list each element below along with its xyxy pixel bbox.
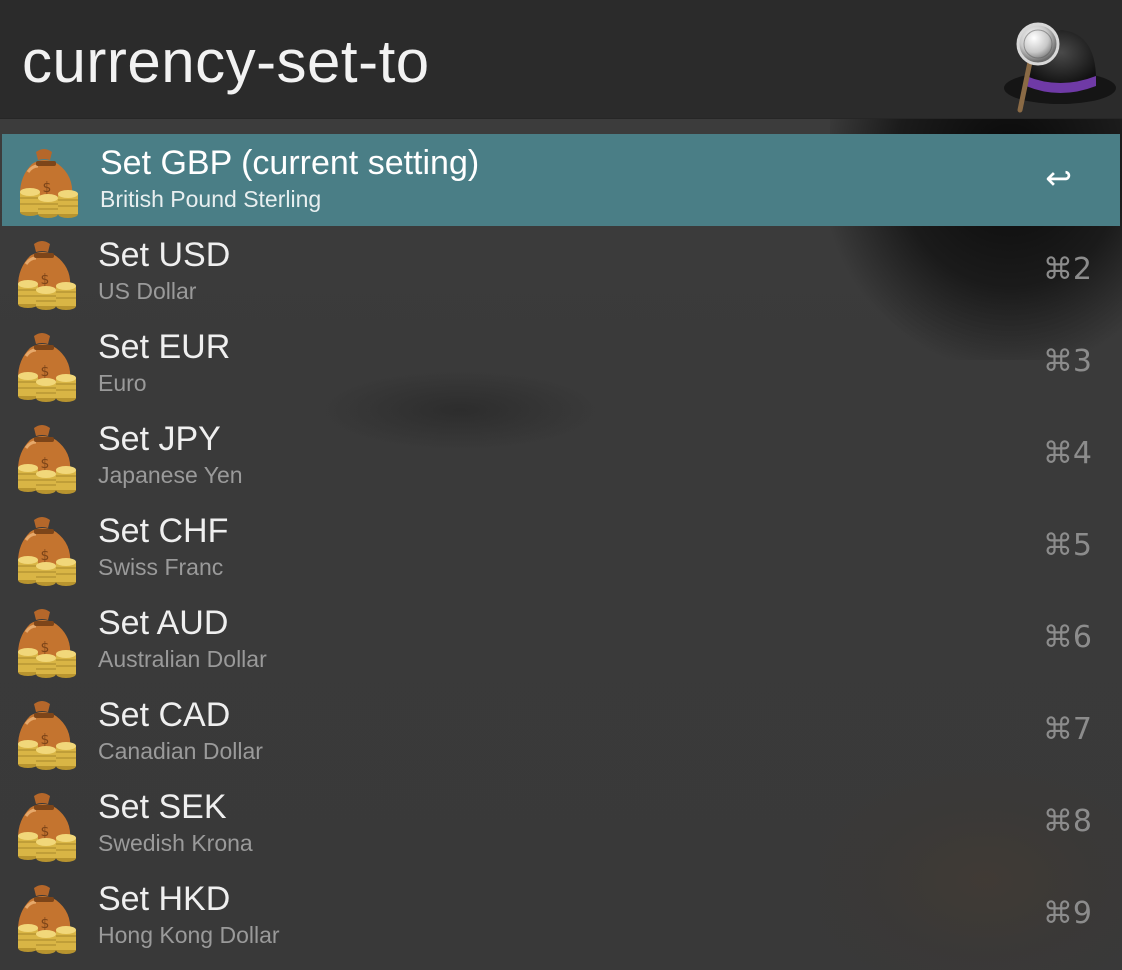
keyboard-shortcut: ⌘9 [1042, 896, 1092, 931]
result-title: Set CAD [98, 696, 231, 734]
result-subtitle: Japanese Yen [98, 462, 243, 488]
svg-text:$: $ [41, 272, 50, 288]
keyboard-shortcut: ⌘5 [1042, 528, 1092, 563]
result-title: Set CHF [98, 512, 229, 550]
result-title: Set JPY [98, 420, 221, 458]
result-row[interactable]: $ Set USD US Dollar ⌘2 [0, 226, 1122, 318]
keyboard-shortcut: ⌘4 [1042, 436, 1092, 471]
result-subtitle: Australian Dollar [98, 646, 267, 672]
money-bag-icon: $ [18, 701, 76, 770]
svg-text:$: $ [41, 640, 50, 656]
money-bag-icon: $ [18, 425, 76, 494]
return-key-icon: ↩ [1045, 159, 1072, 197]
result-row[interactable]: $ Set AUD Australian Dollar ⌘6 [0, 594, 1122, 686]
svg-text:$: $ [41, 824, 50, 840]
result-title: Set GBP (current setting) [100, 144, 480, 182]
search-bar[interactable]: currency-set-to [0, 0, 1122, 119]
keyboard-shortcut: ⌘7 [1042, 712, 1092, 747]
result-subtitle: Hong Kong Dollar [98, 922, 280, 948]
result-subtitle: Swedish Krona [98, 830, 253, 856]
money-bag-icon: $ [18, 793, 76, 862]
result-title: Set AUD [98, 604, 229, 642]
money-bag-icon: $ [18, 885, 76, 954]
result-subtitle: British Pound Sterling [100, 186, 322, 212]
money-bag-icon: $ [20, 149, 78, 218]
result-subtitle: Swiss Franc [98, 554, 224, 580]
svg-text:$: $ [41, 732, 50, 748]
svg-text:$: $ [41, 456, 50, 472]
svg-text:$: $ [43, 180, 52, 196]
keyboard-shortcut: ⌘8 [1042, 804, 1092, 839]
svg-text:$: $ [41, 916, 50, 932]
keyboard-shortcut: ⌘3 [1042, 344, 1092, 379]
money-bag-icon: $ [18, 517, 76, 586]
keyboard-shortcut: ⌘2 [1042, 252, 1092, 287]
money-bag-icon: $ [18, 609, 76, 678]
money-bag-icon: $ [18, 333, 76, 402]
result-title: Set HKD [98, 880, 231, 918]
svg-text:$: $ [41, 548, 50, 564]
result-subtitle: US Dollar [98, 278, 197, 304]
result-subtitle: Canadian Dollar [98, 738, 263, 764]
alfred-hat-icon [1004, 22, 1116, 113]
result-row[interactable]: $ Set HKD Hong Kong Dollar ⌘9 [0, 870, 1122, 962]
result-title: Set EUR [98, 328, 231, 366]
result-row[interactable]: $ Set SEK Swedish Krona ⌘8 [0, 778, 1122, 870]
launcher-window: currency-set-to $ Set GBP (current setti… [0, 0, 1122, 970]
result-title: Set SEK [98, 788, 227, 826]
result-row[interactable]: $ Set GBP (current setting) British Pound … [2, 134, 1120, 226]
search-query-input[interactable]: currency-set-to [22, 22, 430, 102]
result-title: Set USD [98, 236, 231, 274]
result-row[interactable]: $ Set EUR Euro ⌘3 [0, 318, 1122, 410]
svg-text:$: $ [41, 364, 50, 380]
result-subtitle: Euro [98, 370, 147, 396]
money-bag-icon: $ [18, 241, 76, 310]
keyboard-shortcut: ⌘6 [1042, 620, 1092, 655]
result-row[interactable]: $ Set JPY Japanese Yen ⌘4 [0, 410, 1122, 502]
result-row[interactable]: $ Set CHF Swiss Franc ⌘5 [0, 502, 1122, 594]
result-row[interactable]: $ Set CAD Canadian Dollar ⌘7 [0, 686, 1122, 778]
